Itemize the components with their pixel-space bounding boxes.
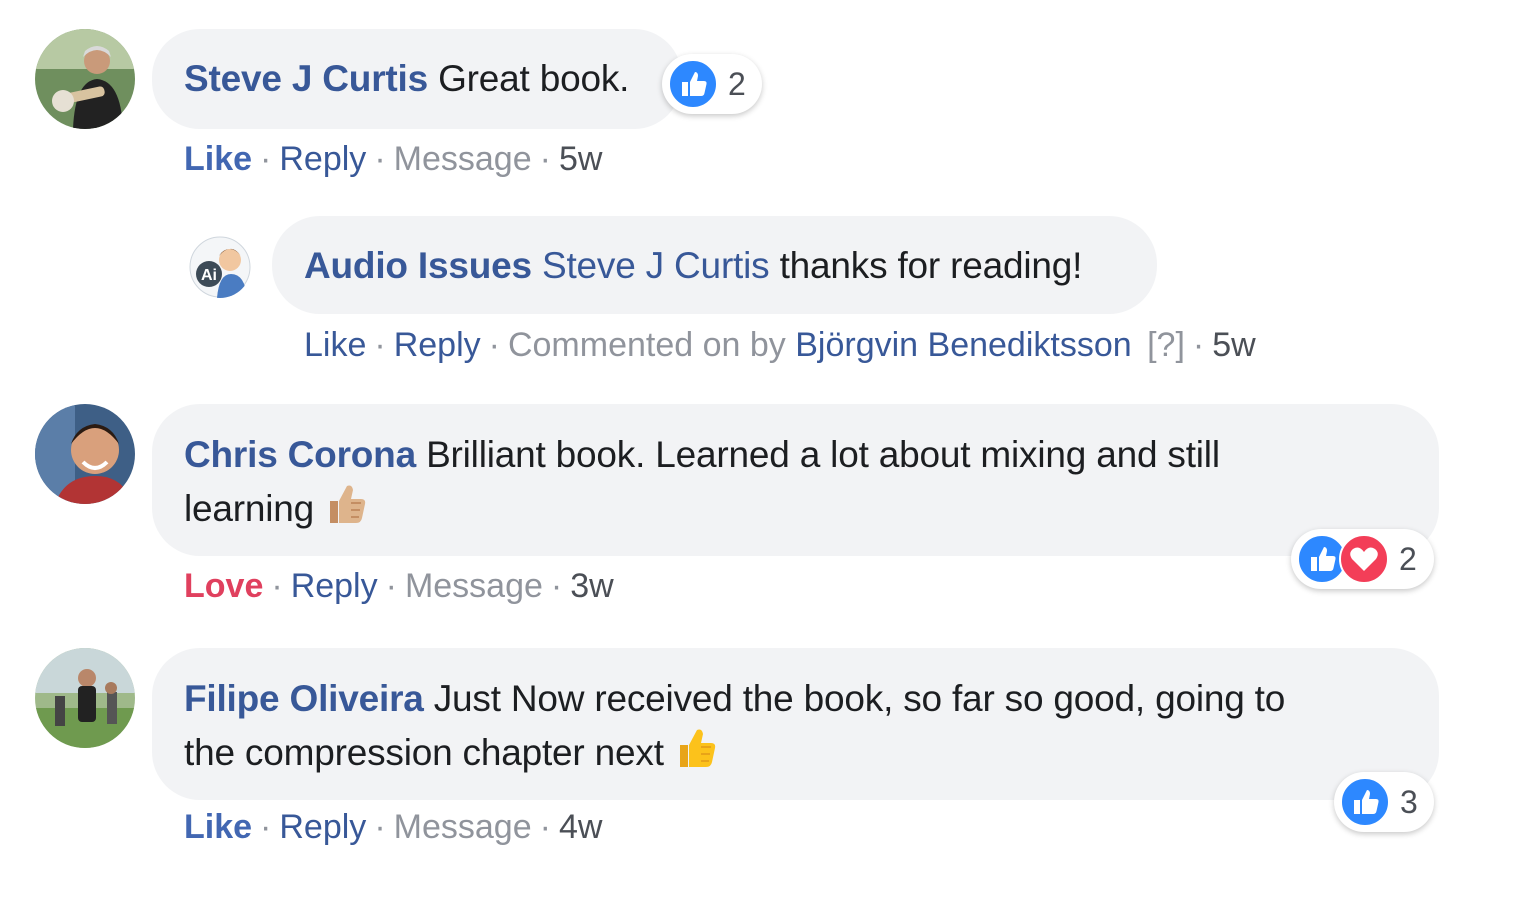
thumbs-up-medium-skin-icon xyxy=(324,481,368,541)
commented-on-by-label: Commented on by xyxy=(507,326,786,364)
timestamp[interactable]: 3w xyxy=(570,567,613,605)
reaction-summary[interactable]: 2 xyxy=(662,54,762,114)
avatar[interactable] xyxy=(35,29,135,129)
comment-actions: Like · Reply · Commented on by Björgvin Bene… xyxy=(304,325,1256,365)
avatar[interactable] xyxy=(35,648,135,748)
reply-button[interactable]: Reply xyxy=(394,326,481,364)
comment-author[interactable]: Chris Corona xyxy=(184,434,416,475)
svg-text:Ai: Ai xyxy=(201,267,217,284)
comment-bubble: Filipe Oliveira Just Now received the bo… xyxy=(152,648,1439,800)
help-link[interactable]: [?] xyxy=(1147,326,1185,364)
reaction-count: 2 xyxy=(728,65,746,102)
comment-text-continued: the compression chapter next xyxy=(184,732,664,773)
thumbs-up-yellow-icon xyxy=(674,725,718,785)
comment-text: Just Now received the book, so far so go… xyxy=(433,678,1286,719)
separator: · xyxy=(488,326,500,364)
comment-text-continued: learning xyxy=(184,488,315,529)
like-button[interactable]: Like xyxy=(184,808,252,846)
like-button[interactable]: Like xyxy=(184,140,252,178)
separator: · xyxy=(539,140,551,178)
comment-text: Brilliant book. Learned a lot about mixi… xyxy=(426,434,1220,475)
timestamp[interactable]: 4w xyxy=(559,808,602,846)
like-reaction-icon xyxy=(1340,777,1390,827)
comment-author[interactable]: Audio Issues xyxy=(304,245,532,286)
message-button[interactable]: Message xyxy=(394,808,532,846)
separator: · xyxy=(271,567,283,605)
comment-author[interactable]: Filipe Oliveira xyxy=(184,678,424,719)
timestamp[interactable]: 5w xyxy=(1212,326,1255,364)
comment-actions: Like · Reply · Message · 5w xyxy=(184,139,602,179)
reaction-count: 3 xyxy=(1400,783,1418,820)
separator: · xyxy=(374,140,386,178)
message-button[interactable]: Message xyxy=(394,140,532,178)
separator: · xyxy=(539,808,551,846)
comment-bubble: Steve J Curtis Great book. xyxy=(152,29,682,129)
like-button[interactable]: Like xyxy=(304,326,366,364)
avatar[interactable] xyxy=(35,404,135,504)
reaction-summary[interactable]: 2 xyxy=(1291,529,1434,589)
mention-link[interactable]: Steve J Curtis xyxy=(542,245,770,286)
separator: · xyxy=(260,140,272,178)
separator: · xyxy=(374,808,386,846)
avatar[interactable]: Ai xyxy=(189,236,251,298)
love-button[interactable]: Love xyxy=(184,567,263,605)
timestamp[interactable]: 5w xyxy=(559,140,602,178)
love-reaction-icon xyxy=(1339,534,1389,584)
message-button[interactable]: Message xyxy=(405,567,543,605)
comment-bubble: Audio Issues Steve J Curtis thanks for r… xyxy=(272,216,1157,314)
reply-button[interactable]: Reply xyxy=(291,567,378,605)
separator: · xyxy=(374,326,386,364)
comment-text: Great book. xyxy=(438,58,630,99)
reply-button[interactable]: Reply xyxy=(279,140,366,178)
separator: · xyxy=(385,567,397,605)
reply-button[interactable]: Reply xyxy=(279,808,366,846)
separator: · xyxy=(1192,326,1205,364)
reaction-count: 2 xyxy=(1399,540,1417,577)
reaction-summary[interactable]: 3 xyxy=(1334,772,1434,832)
comment-author[interactable]: Steve J Curtis xyxy=(184,58,428,99)
comment-text: thanks for reading! xyxy=(779,245,1083,286)
commenter-link[interactable]: Björgvin Benediktsson xyxy=(795,326,1131,364)
comment-actions: Love · Reply · Message · 3w xyxy=(184,566,614,606)
comment-bubble: Chris Corona Brilliant book. Learned a l… xyxy=(152,404,1439,556)
comment-actions: Like · Reply · Message · 4w xyxy=(184,807,602,847)
like-reaction-icon xyxy=(668,59,718,109)
separator: · xyxy=(550,567,563,605)
separator: · xyxy=(260,808,272,846)
